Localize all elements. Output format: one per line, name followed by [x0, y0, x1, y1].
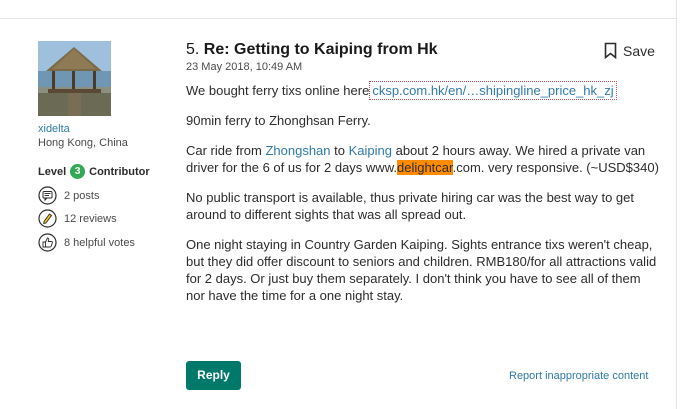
p1-text: We bought ferry tixs online here	[186, 83, 370, 98]
level-badge: 3	[70, 164, 86, 179]
bookmark-icon	[604, 42, 617, 59]
post-title: Re: Getting to Kaiping from Hk	[203, 41, 438, 58]
level-suffix: Contributor	[89, 165, 150, 178]
post-paragraph-3: Car ride from Zhongshan to Kaiping about…	[186, 142, 661, 176]
post-date: 23 May 2018, 10:49 AM	[186, 61, 303, 73]
user-location: Hong Kong, China	[38, 137, 128, 149]
helpful-votes-icon	[38, 233, 57, 252]
user-name-link[interactable]: xidelta	[38, 123, 70, 135]
kaiping-link[interactable]: Kaiping	[349, 143, 392, 158]
user-avatar[interactable]	[38, 41, 111, 116]
post-paragraph-2: 90min ferry to Zhonghsan Ferry.	[186, 113, 371, 128]
stat-helpful-votes-label: 8 helpful votes	[64, 236, 135, 249]
zhongshan-link[interactable]: Zhongshan	[265, 143, 330, 158]
post-body: We bought ferry tixs online here cksp.com…	[186, 81, 661, 317]
report-inappropriate-link[interactable]: Report inappropriate content	[509, 370, 648, 382]
post-paragraph-4: No public transport is available, thus p…	[186, 190, 635, 222]
post-heading: 5. Re: Getting to Kaiping from Hk	[186, 41, 438, 59]
ferry-ticket-link[interactable]: cksp.com.hk/en/…shipingline_price_hk_zj	[369, 81, 617, 100]
p3-text-a: Car ride from	[186, 143, 266, 158]
reviews-icon	[38, 209, 57, 228]
stat-posts: 2 posts	[38, 186, 99, 205]
p3-text-b: to	[330, 143, 349, 158]
save-button[interactable]: Save	[604, 42, 655, 59]
post-paragraph-1: We bought ferry tixs online here cksp.com…	[186, 81, 661, 100]
right-border	[676, 0, 677, 409]
avatar-image	[38, 41, 111, 116]
p3-text-d: .com. very responsive. (~USD$340)	[452, 160, 659, 175]
posts-icon	[38, 186, 57, 205]
post-paragraph-5: One night staying in Country Garden Kaip…	[186, 237, 657, 303]
post-number: 5.	[186, 41, 200, 58]
level-label: Level	[38, 165, 67, 178]
save-label: Save	[623, 42, 655, 59]
stat-helpful-votes: 8 helpful votes	[38, 233, 135, 252]
top-divider	[0, 0, 676, 19]
stat-reviews: 12 reviews	[38, 209, 117, 228]
highlighted-word: delightcar	[396, 160, 453, 175]
stat-posts-label: 2 posts	[64, 189, 100, 202]
contributor-level: Level 3 Contributor	[38, 164, 150, 179]
stat-reviews-label: 12 reviews	[64, 212, 117, 225]
reply-button[interactable]: Reply	[186, 361, 241, 390]
